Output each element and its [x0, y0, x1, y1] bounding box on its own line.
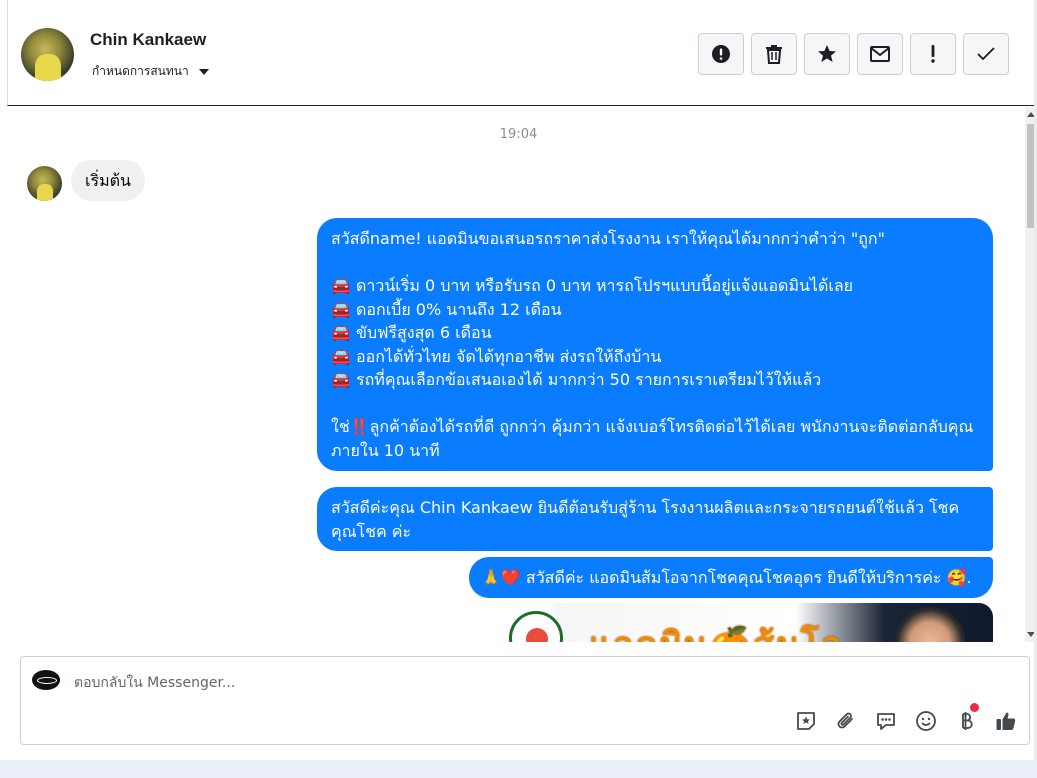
spam-button[interactable] — [910, 33, 956, 75]
payment-icon — [961, 711, 973, 730]
saved-replies-button[interactable] — [874, 709, 897, 732]
message-timestamp: 19:04 — [499, 127, 538, 142]
like-button[interactable] — [994, 709, 1017, 732]
like-icon — [996, 712, 1015, 730]
payment-button[interactable] — [954, 703, 979, 732]
header-actions — [698, 33, 1009, 75]
mail-icon — [870, 46, 890, 62]
sticker-button[interactable] — [794, 709, 817, 732]
outgoing-message-greeting[interactable]: 🙏❤️ สวัสดีค่ะ แอดมินส้มโอจากโชคคุณโชคอุด… — [469, 557, 993, 598]
contact-name[interactable]: Chin Kankaew — [90, 30, 206, 50]
trash-icon — [766, 45, 782, 64]
image-person — [895, 607, 965, 642]
report-button[interactable] — [698, 33, 744, 75]
star-button[interactable] — [804, 33, 850, 75]
caret-down-icon — [198, 68, 209, 75]
report-icon — [712, 45, 730, 63]
contact-avatar-small[interactable] — [27, 166, 62, 201]
image-brand-text: แอดมิน🍊ส้มโอ — [589, 617, 843, 642]
composer-tools — [794, 703, 1017, 732]
reply-input[interactable] — [74, 671, 774, 695]
saved-replies-icon — [876, 712, 895, 730]
delete-button[interactable] — [751, 33, 797, 75]
check-icon — [977, 47, 995, 61]
incoming-message[interactable]: เริ่มต้น — [71, 160, 145, 201]
outgoing-message-welcome[interactable]: สวัสดีค่ะคุณ Chin Kankaew ยินดีต้อนรับสู… — [317, 487, 993, 551]
contact-avatar[interactable] — [21, 28, 74, 81]
footer-band — [0, 760, 1037, 778]
mark-done-button[interactable] — [963, 33, 1009, 75]
outgoing-message-promo[interactable]: สวัสดีname! แอดมินขอเสนอรถราคาส่งโรงงาน … — [317, 218, 993, 471]
image-attachment[interactable]: แอดมิน🍊ส้มโอ — [499, 603, 993, 642]
message-composer — [20, 656, 1030, 745]
star-icon — [818, 45, 836, 62]
notification-dot — [970, 703, 979, 712]
emoji-button[interactable] — [914, 709, 937, 732]
message-thread[interactable]: 19:04 เริ่มต้น สวัสดีname! แอดมินขอเสนอร… — [0, 107, 1037, 642]
exclamation-icon — [931, 45, 935, 63]
page-avatar — [32, 670, 60, 690]
dealer-logo — [509, 611, 563, 642]
attachment-icon — [837, 712, 853, 728]
mark-unread-button[interactable] — [857, 33, 903, 75]
assign-conversation-dropdown[interactable]: กำหนดการสนทนา — [92, 62, 209, 81]
sticker-icon — [796, 711, 815, 730]
assign-conversation-label: กำหนดการสนทนา — [92, 64, 189, 78]
conversation-header: Chin Kankaew กำหนดการสนทนา — [7, 0, 1037, 106]
attachment-button[interactable] — [834, 709, 857, 732]
emoji-icon — [915, 710, 936, 731]
